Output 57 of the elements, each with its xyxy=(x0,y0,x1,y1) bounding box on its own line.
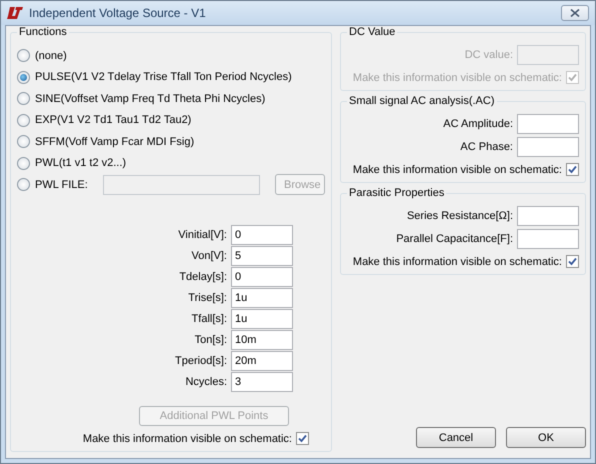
radio-label[interactable]: EXP(V1 V2 Td1 Tau1 Td2 Tau2) xyxy=(35,114,192,126)
field-label: Trise[s]: xyxy=(188,292,227,304)
checkbox[interactable] xyxy=(296,432,309,446)
field-label: DC value: xyxy=(464,49,513,61)
cancel-button[interactable]: Cancel xyxy=(416,427,496,448)
ok-button[interactable]: OK xyxy=(506,427,586,448)
field-label: Tperiod[s]: xyxy=(175,355,227,368)
field-label: AC Amplitude: xyxy=(443,118,513,130)
radio-button[interactable] xyxy=(17,114,30,127)
app-logo-icon xyxy=(7,7,23,19)
window-title: Independent Voltage Source - V1 xyxy=(29,6,207,20)
checkbox-label: Make this information visible on schematic: xyxy=(82,432,292,445)
checkbox[interactable] xyxy=(566,163,579,176)
field-label: Vinitial[V]: xyxy=(178,229,227,242)
input-field[interactable]: 1u xyxy=(231,288,293,308)
input-field[interactable]: 10m xyxy=(231,330,293,350)
radio-button[interactable] xyxy=(17,92,30,106)
radio-label[interactable]: PULSE(V1 V2 Tdelay Trise Tfall Ton Period Ncycles) xyxy=(35,71,292,84)
radio-button[interactable] xyxy=(17,49,30,62)
input-field[interactable] xyxy=(517,206,579,226)
field-label: Von[V]: xyxy=(192,250,227,262)
input-field[interactable]: 3 xyxy=(231,372,293,392)
checkbox[interactable] xyxy=(566,255,579,268)
input-field[interactable]: 0 xyxy=(231,267,293,288)
checkbox-label: Make this information visible on schematic: xyxy=(352,72,562,84)
checkbox-label: Make this information visible on schematic: xyxy=(352,164,562,176)
radio-button[interactable] xyxy=(17,135,30,148)
group-title: Parasitic Properties xyxy=(347,187,446,199)
input-field[interactable]: 1u xyxy=(231,309,293,330)
field-label: Parallel Capacitance[F]: xyxy=(396,233,513,245)
field-label: AC Phase: xyxy=(460,141,513,153)
field-label: Ncycles: xyxy=(185,376,227,388)
input-field[interactable] xyxy=(517,114,579,134)
close-icon xyxy=(570,9,580,17)
group-title: Functions xyxy=(17,26,69,38)
input-field[interactable] xyxy=(517,137,579,157)
field-label: Tdelay[s]: xyxy=(179,271,227,284)
radio-label[interactable]: SINE(Voffset Vamp Freq Td Theta Phi Ncycles) xyxy=(35,92,266,105)
radio-button[interactable] xyxy=(17,178,30,192)
field-label: Ton[s]: xyxy=(194,334,227,346)
group-title: Small signal AC analysis(.AC) xyxy=(347,95,496,107)
field-label: Tfall[s]: xyxy=(192,313,227,326)
input-field[interactable]: 5 xyxy=(231,246,293,266)
radio-button[interactable] xyxy=(17,70,30,84)
close-button[interactable] xyxy=(561,5,589,21)
input-field[interactable]: 0 xyxy=(231,225,293,246)
field-label: Series Resistance[Ω]: xyxy=(406,210,513,222)
input-field[interactable]: 20m xyxy=(231,351,293,372)
radio-label[interactable]: PWL(t1 v1 t2 v2...) xyxy=(35,157,126,170)
group-title: DC Value xyxy=(347,26,398,38)
input-field[interactable] xyxy=(517,229,579,249)
radio-label[interactable]: SFFM(Voff Vamp Fcar MDI Fsig) xyxy=(35,136,194,148)
radio-button[interactable] xyxy=(17,156,30,170)
radio-label[interactable]: PWL FILE: xyxy=(35,178,88,191)
checkbox-label: Make this information visible on schematic: xyxy=(352,256,562,268)
radio-label[interactable]: (none) xyxy=(35,50,67,62)
file-path-field[interactable] xyxy=(102,174,260,195)
